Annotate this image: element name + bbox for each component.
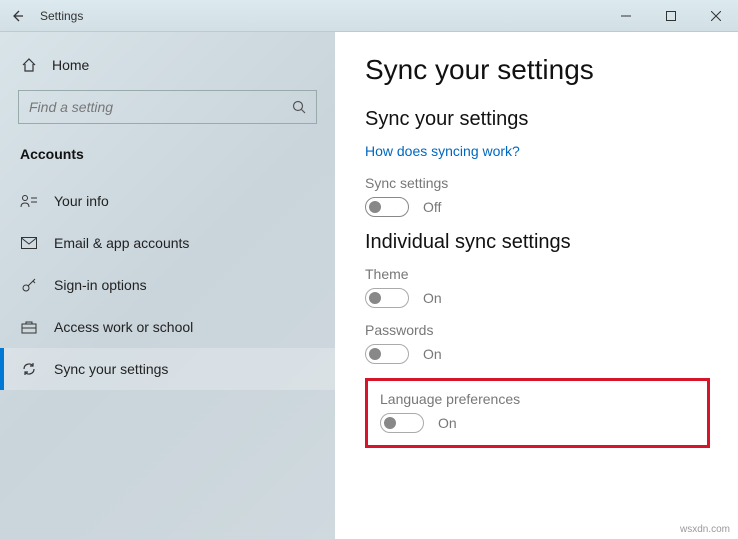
sidebar: Home Accounts Your info Email & app (0, 32, 335, 539)
theme-state: On (423, 290, 442, 306)
sidebar-item-label: Your info (54, 193, 109, 209)
page-title: Sync your settings (365, 54, 738, 86)
help-link[interactable]: How does syncing work? (365, 143, 738, 159)
close-button[interactable] (693, 0, 738, 32)
lang-state: On (438, 415, 457, 431)
sidebar-item-label: Email & app accounts (54, 235, 189, 251)
theme-label: Theme (365, 266, 738, 282)
window-title: Settings (40, 9, 83, 23)
watermark: wsxdn.com (680, 524, 730, 535)
sidebar-item-signin[interactable]: Sign-in options (0, 264, 335, 306)
sidebar-item-label: Sign-in options (54, 277, 147, 293)
section-heading-individual: Individual sync settings (365, 231, 738, 254)
passwords-state: On (423, 346, 442, 362)
mail-icon (20, 234, 38, 252)
sidebar-item-email[interactable]: Email & app accounts (0, 222, 335, 264)
highlight-box: Language preferences On (365, 378, 710, 448)
key-icon (20, 276, 38, 294)
home-icon (20, 56, 38, 74)
lang-label: Language preferences (380, 391, 695, 407)
sync-settings-state: Off (423, 199, 441, 215)
search-box[interactable] (18, 90, 317, 124)
titlebar: Settings (0, 0, 738, 32)
home-nav[interactable]: Home (0, 50, 335, 90)
sync-settings-toggle[interactable] (365, 197, 409, 217)
maximize-button[interactable] (648, 0, 693, 32)
sync-icon (20, 360, 38, 378)
search-icon (292, 100, 306, 114)
passwords-toggle[interactable] (365, 344, 409, 364)
section-heading-sync: Sync your settings (365, 108, 738, 131)
minimize-button[interactable] (603, 0, 648, 32)
theme-toggle[interactable] (365, 288, 409, 308)
main-content: Sync your settings Sync your settings Ho… (335, 32, 738, 539)
sync-settings-label: Sync settings (365, 175, 738, 191)
home-label: Home (52, 57, 89, 73)
back-icon[interactable] (10, 9, 24, 23)
sidebar-item-work[interactable]: Access work or school (0, 306, 335, 348)
sidebar-item-your-info[interactable]: Your info (0, 180, 335, 222)
briefcase-icon (20, 318, 38, 336)
search-input[interactable] (29, 99, 292, 115)
sidebar-item-label: Sync your settings (54, 361, 168, 377)
category-heading: Accounts (0, 146, 335, 180)
sidebar-item-label: Access work or school (54, 319, 193, 335)
passwords-label: Passwords (365, 322, 738, 338)
sidebar-item-sync[interactable]: Sync your settings (0, 348, 335, 390)
person-icon (20, 192, 38, 210)
lang-toggle[interactable] (380, 413, 424, 433)
